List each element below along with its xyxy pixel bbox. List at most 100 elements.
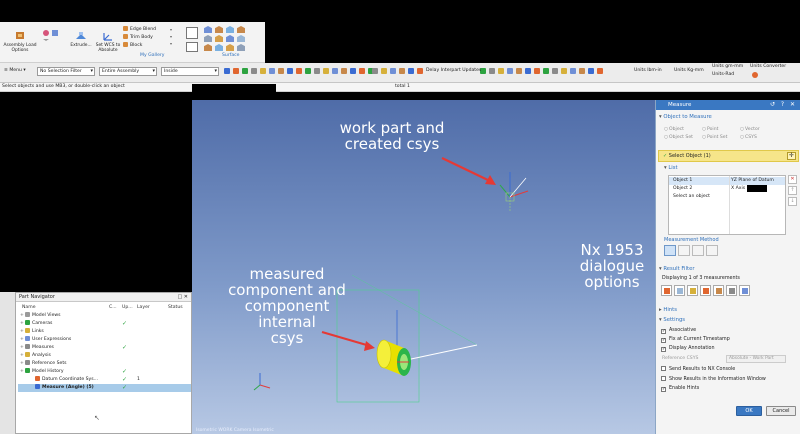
tree-row[interactable]: + Measures ✓ bbox=[18, 344, 191, 352]
toolbar-tool-icon[interactable] bbox=[525, 68, 531, 74]
radio-csys[interactable]: CSYS bbox=[740, 135, 757, 140]
surface-tool-icon[interactable] bbox=[215, 44, 223, 51]
units-lbm-in-button[interactable]: Units lbm-in bbox=[634, 68, 662, 73]
toolbar-tool-icon[interactable] bbox=[260, 68, 266, 74]
toolbar-tool-icon[interactable] bbox=[341, 68, 347, 74]
toolbar-tool-icon[interactable] bbox=[408, 68, 414, 74]
close-icon[interactable]: □ ✕ bbox=[177, 293, 188, 302]
set-wcs-button[interactable]: Set WCS to Absolute bbox=[95, 30, 121, 53]
surface-tool-icon[interactable] bbox=[237, 44, 245, 51]
toolbar-tool-icon[interactable] bbox=[296, 68, 302, 74]
surface-tool-icon[interactable] bbox=[215, 35, 223, 42]
filter-type-icon[interactable] bbox=[674, 285, 685, 296]
filter-type-icon[interactable] bbox=[661, 285, 672, 296]
tree-row[interactable]: + Reference Sets bbox=[18, 360, 191, 368]
associative-checkbox[interactable]: ✓ Associative bbox=[661, 328, 696, 334]
toolbar-tool-icon[interactable] bbox=[305, 68, 311, 74]
tree-row[interactable]: + Model History ✓ bbox=[18, 368, 191, 376]
toolbar-tool-icon[interactable] bbox=[314, 68, 320, 74]
tree-row[interactable]: + User Expressions bbox=[18, 336, 191, 344]
surface-tool-icon[interactable] bbox=[237, 26, 245, 33]
radio-object[interactable]: Object bbox=[664, 127, 684, 132]
toolbar-tool-icon[interactable] bbox=[516, 68, 522, 74]
method-angle-icon[interactable] bbox=[664, 245, 676, 256]
toolbar-tool-icon[interactable] bbox=[507, 68, 513, 74]
toolbar-tool-icon[interactable] bbox=[251, 68, 257, 74]
surface-tool-icon[interactable] bbox=[237, 35, 245, 42]
units-kg-mm-button[interactable]: Units Kg-mm bbox=[674, 68, 704, 73]
inside-select[interactable]: Inside bbox=[161, 67, 219, 76]
list-item[interactable]: Object 2X Axis in bbox=[669, 185, 785, 193]
section-list[interactable]: List bbox=[664, 165, 677, 171]
toolbar-tool-icon[interactable] bbox=[390, 68, 396, 74]
menu-button[interactable]: ≡ Menu ▾ bbox=[4, 68, 26, 73]
units-rad-button[interactable]: Units-Rad bbox=[712, 72, 734, 77]
show-results-checkbox[interactable]: Show Results in the Information Window bbox=[661, 376, 766, 382]
units-gm-mm-button[interactable]: Units gm-mm bbox=[712, 64, 743, 69]
column-layer[interactable]: Layer bbox=[137, 305, 150, 310]
edge-blend-button[interactable]: Edge Blend bbox=[123, 26, 156, 33]
surface-tool-icon[interactable] bbox=[204, 35, 212, 42]
toolbar-tool-icon[interactable] bbox=[350, 68, 356, 74]
cancel-button[interactable]: Cancel bbox=[766, 406, 796, 416]
toolbar-tool-icon[interactable] bbox=[543, 68, 549, 74]
delay-interpart-updates-button[interactable]: Delay Interpart Updates bbox=[426, 68, 481, 73]
assembly-scope-select[interactable]: Entire Assembly bbox=[99, 67, 157, 76]
column-current[interactable]: C... bbox=[109, 305, 117, 310]
toolbar-tool-icon[interactable] bbox=[233, 68, 239, 74]
toolbar-tool-icon[interactable] bbox=[570, 68, 576, 74]
toolbar-tool-icon[interactable] bbox=[242, 68, 248, 74]
extrude-button[interactable]: Extrude... bbox=[68, 30, 94, 48]
method-projected-icon[interactable] bbox=[692, 245, 704, 256]
toolbar-tool-icon[interactable] bbox=[332, 68, 338, 74]
toolbar-tool-icon[interactable] bbox=[552, 68, 558, 74]
assembly-load-options-button[interactable]: Assembly Load Options bbox=[2, 30, 38, 53]
surface-tool-icon[interactable] bbox=[215, 26, 223, 33]
surface-tool-icon[interactable] bbox=[226, 44, 234, 51]
list-item[interactable]: Select an object bbox=[669, 193, 785, 201]
section-settings[interactable]: Settings bbox=[659, 317, 685, 323]
toolbar-tool-icon[interactable] bbox=[224, 68, 230, 74]
filter-type-icon[interactable] bbox=[687, 285, 698, 296]
tree-row[interactable]: + Links bbox=[18, 328, 191, 336]
tree-row[interactable]: + Analysis bbox=[18, 352, 191, 360]
radio-point-set[interactable]: Point Set bbox=[702, 135, 727, 140]
toolbar-tool-icon[interactable] bbox=[579, 68, 585, 74]
toolbar-tool-icon[interactable] bbox=[399, 68, 405, 74]
column-up-to-date[interactable]: Up... bbox=[122, 305, 133, 310]
toolbar-tool-icon[interactable] bbox=[323, 68, 329, 74]
filter-type-icon[interactable] bbox=[726, 285, 737, 296]
radio-point[interactable]: Point bbox=[702, 127, 718, 132]
move-up-icon[interactable]: ↑ bbox=[788, 186, 797, 195]
graphics-viewport[interactable]: work part and created csys measured comp… bbox=[192, 100, 655, 434]
fix-timestamp-checkbox[interactable]: ✓ Fix at Current Timestamp bbox=[661, 337, 730, 343]
tree-row[interactable]: + Cameras ✓ bbox=[18, 320, 191, 328]
method-distance-icon[interactable] bbox=[678, 245, 690, 256]
sketch-icon[interactable] bbox=[186, 27, 198, 39]
filter-type-icon[interactable] bbox=[700, 285, 711, 296]
column-name[interactable]: Name bbox=[22, 305, 36, 310]
filter-type-icon[interactable] bbox=[713, 285, 724, 296]
gallery-more-icon[interactable]: ▾ ▾ ▾ bbox=[170, 26, 175, 48]
tree-row[interactable]: Datum Coordinate Sys... 1 ✓ bbox=[18, 376, 191, 384]
remove-icon[interactable]: ✕ bbox=[788, 175, 797, 184]
enable-hints-checkbox[interactable]: ✓ Enable Hints bbox=[661, 386, 699, 392]
toolbar-tool-icon[interactable] bbox=[588, 68, 594, 74]
section-result-filter[interactable]: Result Filter bbox=[659, 266, 694, 272]
reference-csys-select[interactable]: Absolute - Work Part bbox=[726, 355, 786, 363]
filter-type-icon[interactable] bbox=[739, 285, 750, 296]
assembly-tools-icon[interactable] bbox=[40, 28, 64, 42]
tree-row[interactable]: Measure (Angle) (5) ✓ bbox=[18, 384, 191, 392]
surface-tool-icon[interactable] bbox=[226, 35, 234, 42]
toolbar-tool-icon[interactable] bbox=[372, 68, 378, 74]
toolbar-tool-icon[interactable] bbox=[489, 68, 495, 74]
block-button[interactable]: Block bbox=[123, 42, 142, 49]
toolbar-tool-icon[interactable] bbox=[269, 68, 275, 74]
section-hints[interactable]: Hints bbox=[659, 307, 677, 313]
surface-tool-icon[interactable] bbox=[204, 44, 212, 51]
select-object-row[interactable]: ✓ Select Object (1) ✛ bbox=[658, 150, 799, 162]
toolbar-tool-icon[interactable] bbox=[534, 68, 540, 74]
units-converter-button[interactable]: Units Converter bbox=[750, 64, 786, 69]
section-object-to-measure[interactable]: Object to Measure bbox=[659, 114, 711, 120]
method-minimum-icon[interactable] bbox=[706, 245, 718, 256]
